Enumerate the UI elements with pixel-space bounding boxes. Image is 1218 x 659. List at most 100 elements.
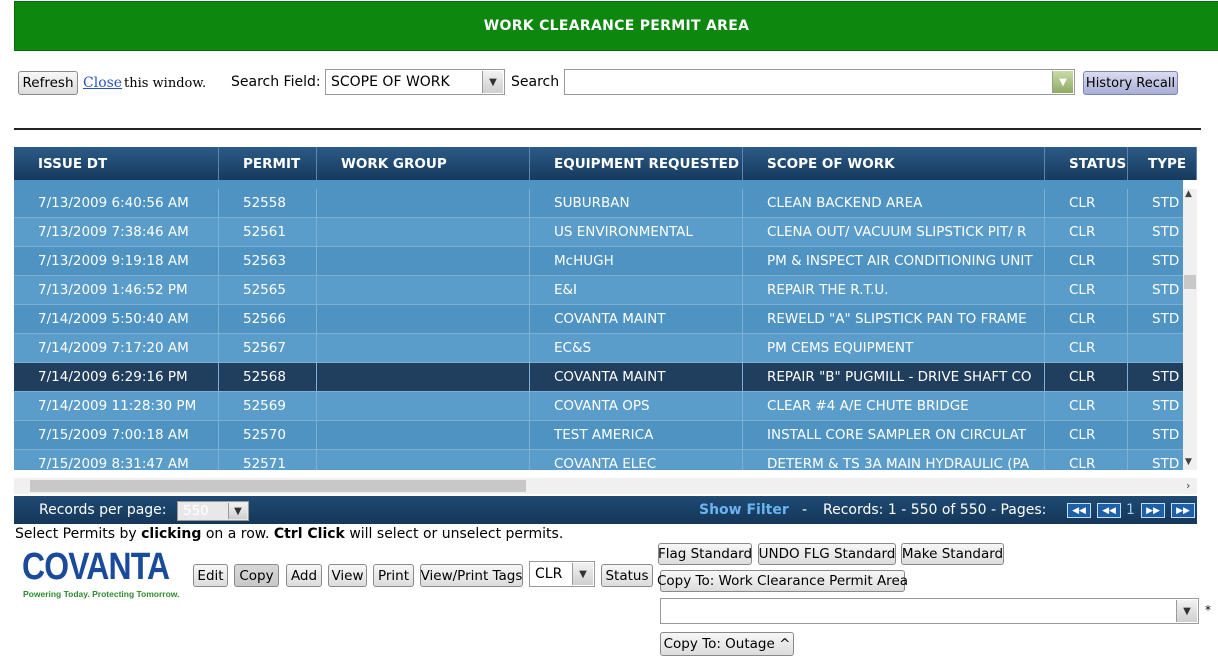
table-row[interactable]: 7/14/2009 11:28:30 PM 52569 COVANTA OPS … [14,392,1183,421]
chevron-down-icon[interactable]: ▼ [572,563,593,585]
status-select[interactable]: CLR ▼ [529,561,595,587]
col-type[interactable]: TYPE [1128,147,1197,180]
history-recall-button[interactable]: History Recall [1083,71,1178,95]
copy-button[interactable]: Copy [234,564,279,587]
table-row[interactable]: 7/15/2009 7:00:18 AM 52570 TEST AMERICA … [14,421,1183,450]
cell-permit: 52565 [219,276,317,304]
refresh-button[interactable]: Refresh [18,71,78,95]
cell-issue-dt: 7/13/2009 7:38:46 AM [14,218,219,246]
cell-work-group [317,334,530,362]
records-per-page-select[interactable]: 550 ▼ [177,501,249,521]
table-row[interactable]: 7/13/2009 1:46:52 PM 52565 E&I REPAIR TH… [14,276,1183,305]
help-text-part: will select or unselect permits. [344,526,564,542]
cell-type: STD [1152,398,1180,414]
copy-to-wcpa-button[interactable]: Copy To: Work Clearance Permit Area [657,570,908,592]
next-page-icon[interactable]: ▶▶ [1141,503,1165,518]
search-input[interactable]: ▼ [564,69,1075,95]
vertical-scroll-thumb[interactable] [1184,275,1196,289]
table-row[interactable]: 7/14/2009 5:50:40 AM 52566 COVANTA MAINT… [14,305,1183,334]
prev-page-icon[interactable]: ◀◀ [1097,503,1121,518]
col-permit[interactable]: PERMIT [219,147,317,180]
cell-work-group [317,363,530,391]
vertical-scrollbar[interactable]: ▲ ▼ [1183,189,1197,470]
last-page-icon[interactable]: ▶▶ [1171,503,1195,518]
cell-issue-dt: 7/15/2009 7:00:18 AM [14,421,219,449]
cell-type: STD [1152,195,1180,211]
help-text-part: Select Permits by [15,526,142,542]
edit-button[interactable]: Edit [193,564,228,587]
chevron-down-icon[interactable]: ▼ [1052,71,1073,93]
table-row[interactable]: 7/13/2009 9:19:18 AM 52563 McHUGH PM & I… [14,247,1183,276]
scroll-up-icon[interactable]: ▲ [1185,189,1192,199]
cell-scope: CLENA OUT/ VACUUM SLIPSTICK PIT/ R [743,218,1045,246]
copy-to-target-select[interactable]: ▼ [660,598,1199,624]
logo-wordmark: COVANTA [22,546,170,588]
help-text-part: on a row. [201,526,274,542]
table-row-selected[interactable]: 7/14/2009 6:29:16 PM 52568 COVANTA MAINT… [14,363,1183,392]
col-status[interactable]: STATUS [1045,147,1128,180]
cell-scope: REPAIR "B" PUGMILL - DRIVE SHAFT CO [743,363,1045,391]
chevron-down-icon[interactable]: ▼ [1176,600,1197,622]
table-row[interactable]: 7/14/2009 7:17:20 AM 52567 EC&S PM CEMS … [14,334,1183,363]
cell-issue-dt: 7/15/2009 8:31:47 AM [14,450,219,470]
cell-status: CLR [1045,334,1128,362]
make-standard-button[interactable]: Make Standard [901,543,1004,565]
cell-equipment: TEST AMERICA [530,421,743,449]
horizontal-scrollbar[interactable]: › [14,478,1197,494]
cell-work-group [317,247,530,275]
cell-equipment: SUBURBAN [530,189,743,217]
cell-permit: 52561 [219,218,317,246]
scroll-right-icon[interactable]: › [1186,479,1190,492]
cell-type: STD [1152,224,1180,240]
status-select-value: CLR [535,566,563,582]
table-row[interactable]: 7/13/2009 7:38:46 AM 52561 US ENVIRONMEN… [14,218,1183,247]
cell-status: CLR [1045,247,1128,275]
add-button[interactable]: Add [286,564,322,587]
cell-work-group [317,450,530,470]
cell-scope: REPAIR THE R.T.U. [743,276,1045,304]
undo-flag-standard-button[interactable]: UNDO FLG Standard [758,543,896,565]
show-filter-link[interactable]: Show Filter [699,502,789,518]
help-text-bold: Ctrl Click [273,526,345,542]
cell-type: STD [1152,253,1180,269]
first-page-icon[interactable]: ◀◀ [1067,503,1091,518]
cell-permit: 52566 [219,305,317,333]
col-work-group[interactable]: WORK GROUP [317,147,530,180]
cell-work-group [317,189,530,217]
print-button[interactable]: Print [373,564,414,587]
table-row[interactable]: 7/15/2009 8:31:47 AM 52571 COVANTA ELEC … [14,450,1183,470]
col-scope-of-work[interactable]: SCOPE OF WORK [743,147,1045,180]
cell-scope: DETERM & TS 3A MAIN HYDRAULIC (PA [743,450,1045,470]
cell-scope: CLEAN BACKEND AREA [743,189,1045,217]
chevron-down-icon[interactable]: ▼ [228,503,247,519]
view-button[interactable]: View [328,564,367,587]
close-link[interactable]: Close [83,75,122,91]
cell-type: STD [1152,282,1180,298]
view-print-tags-button[interactable]: View/Print Tags [420,564,523,587]
cell-permit: 52558 [219,189,317,217]
search-field-value: SCOPE OF WORK [331,74,450,90]
col-issue-dt[interactable]: ISSUE DT [14,147,219,180]
copy-to-outage-button[interactable]: Copy To: Outage ^ [660,632,794,656]
cell-scope: REWELD "A" SLIPSTICK PAN TO FRAME [743,305,1045,333]
flag-standard-button[interactable]: Flag Standard [658,543,752,565]
status-button[interactable]: Status [601,564,653,587]
cell-equipment: COVANTA OPS [530,392,743,420]
selection-help-text: Select Permits by clicking on a row. Ctr… [15,526,563,542]
help-text-bold: clicking [141,526,202,542]
table-row[interactable]: 7/13/2009 6:40:56 AM 52558 SUBURBAN CLEA… [14,189,1183,218]
cell-scope: INSTALL CORE SAMPLER ON CIRCULAT [743,421,1045,449]
cell-work-group [317,421,530,449]
search-field-select[interactable]: SCOPE OF WORK ▼ [325,69,505,95]
covanta-logo: COVANTA Powering Today. Protecting Tomor… [22,546,184,602]
col-equipment-requested[interactable]: EQUIPMENT REQUESTED [530,147,743,180]
scroll-down-icon[interactable]: ▼ [1185,457,1192,467]
search-label: Search [511,74,560,90]
close-suffix-text: this window. [124,76,207,91]
chevron-down-icon[interactable]: ▼ [482,71,503,93]
cell-status: CLR [1045,189,1128,217]
cell-type: STD [1152,427,1180,443]
grid-header: ISSUE DT PERMIT WORK GROUP EQUIPMENT REQ… [14,147,1197,180]
horizontal-scroll-thumb[interactable] [30,480,526,492]
cell-type: STD [1152,311,1180,327]
